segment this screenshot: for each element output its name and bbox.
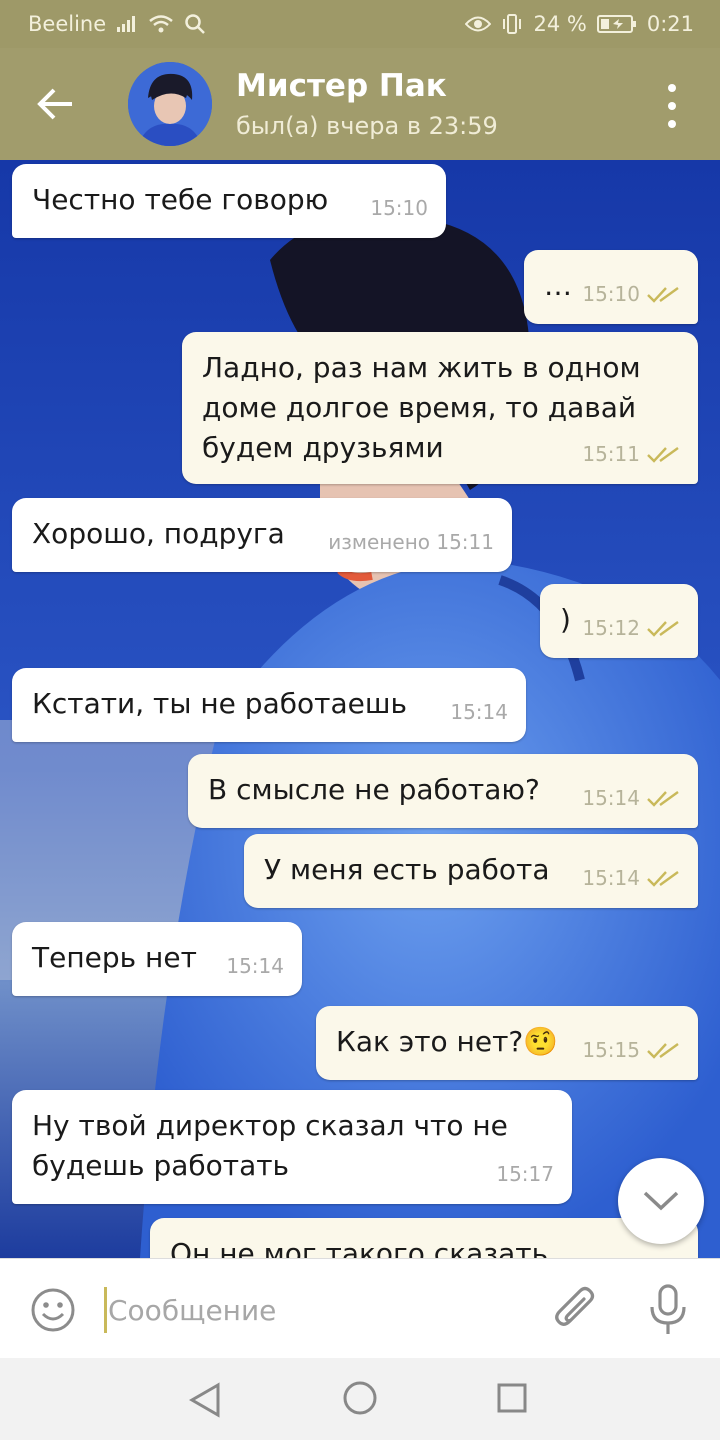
arrow-left-icon: [37, 88, 72, 120]
message-text: Как это нет?: [336, 1025, 524, 1058]
timestamp: 15:10: [370, 196, 428, 220]
message-composer: [0, 1258, 720, 1359]
carrier-label: Beeline: [28, 12, 107, 36]
timestamp: 15:14: [582, 786, 640, 810]
chevron-down-icon: [643, 1191, 679, 1211]
message-time: 15:14: [582, 778, 680, 818]
wifi-icon: [149, 15, 173, 33]
double-check-icon: [647, 287, 679, 303]
battery-icon: [596, 15, 636, 33]
message-time: 15:14: [226, 946, 284, 986]
nav-home-icon[interactable]: [342, 1380, 378, 1416]
message-time: 15:14: [582, 858, 680, 898]
timestamp: 15:12: [582, 616, 640, 640]
contact-name[interactable]: Мистер Пак: [236, 68, 447, 104]
eye-icon: [465, 16, 492, 32]
timestamp: 15:15: [582, 1038, 640, 1062]
message-time: 15:15: [582, 1030, 680, 1070]
message-text: Кстати, ты не работаешь: [32, 687, 407, 720]
avatar-photo: [128, 62, 212, 146]
attach-button[interactable]: [552, 1283, 600, 1335]
message-text: Ладно, раз нам жить в одном доме долгое …: [202, 351, 641, 464]
battery-percent: 24 %: [533, 12, 587, 36]
message-text: У меня есть работа: [264, 853, 550, 886]
double-check-icon: [647, 621, 679, 637]
signal-icon: [117, 16, 136, 32]
incoming-message[interactable]: Кстати, ты не работаешь 15:14: [12, 668, 526, 742]
emoji-button[interactable]: [30, 1287, 76, 1333]
timestamp: 15:14: [450, 700, 508, 724]
message-time: 15:12: [582, 608, 680, 648]
avatar[interactable]: [128, 62, 212, 146]
nav-recents-icon[interactable]: [496, 1382, 528, 1414]
outgoing-message[interactable]: У меня есть работа 15:14: [244, 834, 698, 908]
message-text: Честно тебе говорю: [32, 183, 329, 216]
nav-back-icon[interactable]: [188, 1382, 222, 1418]
chat-header: Мистер Пак был(а) вчера в 23:59: [0, 48, 720, 160]
double-check-icon: [647, 791, 679, 807]
message-time: 15:10: [370, 188, 428, 228]
double-check-icon: [647, 447, 679, 463]
message-time: 15:10: [582, 274, 680, 314]
paperclip-icon: [555, 1286, 595, 1326]
back-button[interactable]: [34, 78, 78, 130]
search-icon: [185, 14, 206, 34]
incoming-message[interactable]: Хорошо, подруга изменено 15:11: [12, 498, 512, 572]
message-text: Ну твой директор сказал что не будешь ра…: [32, 1109, 508, 1182]
outgoing-message[interactable]: Ладно, раз нам жить в одном доме долгое …: [182, 332, 698, 484]
message-text: …: [544, 269, 572, 302]
message-time: 15:17: [496, 1154, 554, 1194]
message-time: 15:14: [450, 692, 508, 732]
more-vertical-icon: [668, 84, 676, 92]
system-nav-bar: [0, 1358, 720, 1440]
timestamp: 15:14: [582, 866, 640, 890]
message-time: 15:11: [582, 434, 680, 474]
message-input[interactable]: [108, 1287, 508, 1333]
text-cursor: [104, 1287, 107, 1333]
timestamp: 15:17: [496, 1162, 554, 1186]
message-time: изменено 15:11: [328, 522, 494, 562]
timestamp: 15:14: [226, 954, 284, 978]
outgoing-message[interactable]: Как это нет?🤨 15:15: [316, 1006, 698, 1080]
incoming-message[interactable]: Теперь нет 15:14: [12, 922, 302, 996]
outgoing-message[interactable]: В смысле не работаю? 15:14: [188, 754, 698, 828]
vibrate-icon: [503, 14, 522, 34]
outgoing-message[interactable]: … 15:10: [524, 250, 698, 324]
scroll-down-button[interactable]: [618, 1158, 704, 1244]
message-text: В смысле не работаю?: [208, 773, 540, 806]
message-text: Теперь нет: [32, 941, 197, 974]
status-bar: Beeline 24 % 0:21: [0, 0, 720, 48]
timestamp: 15:11: [582, 442, 640, 466]
outgoing-message[interactable]: ) 15:12: [540, 584, 698, 658]
voice-record-button[interactable]: [646, 1283, 690, 1337]
message-text: Он не мог такого сказать: [170, 1237, 549, 1258]
incoming-message[interactable]: Честно тебе говорю 15:10: [12, 164, 446, 238]
timestamp: 15:10: [582, 282, 640, 306]
message-text: Хорошо, подруга: [32, 517, 285, 550]
microphone-icon: [650, 1284, 686, 1334]
outgoing-message[interactable]: Он не мог такого сказать: [150, 1218, 698, 1258]
smiley-icon: [31, 1288, 75, 1332]
message-text: ): [560, 603, 571, 636]
more-options-button[interactable]: [660, 84, 684, 128]
double-check-icon: [647, 871, 679, 887]
timestamp: изменено 15:11: [328, 530, 494, 554]
message-list[interactable]: Честно тебе говорю 15:10 … 15:10 Ладно, раз …: [0, 160, 720, 1258]
last-seen-status: был(а) вчера в 23:59: [236, 112, 498, 140]
clock: 0:21: [646, 12, 694, 36]
incoming-message[interactable]: Ну твой директор сказал что не будешь ра…: [12, 1090, 572, 1204]
raised-eyebrow-emoji-icon: 🤨: [523, 1025, 559, 1058]
double-check-icon: [647, 1043, 679, 1059]
